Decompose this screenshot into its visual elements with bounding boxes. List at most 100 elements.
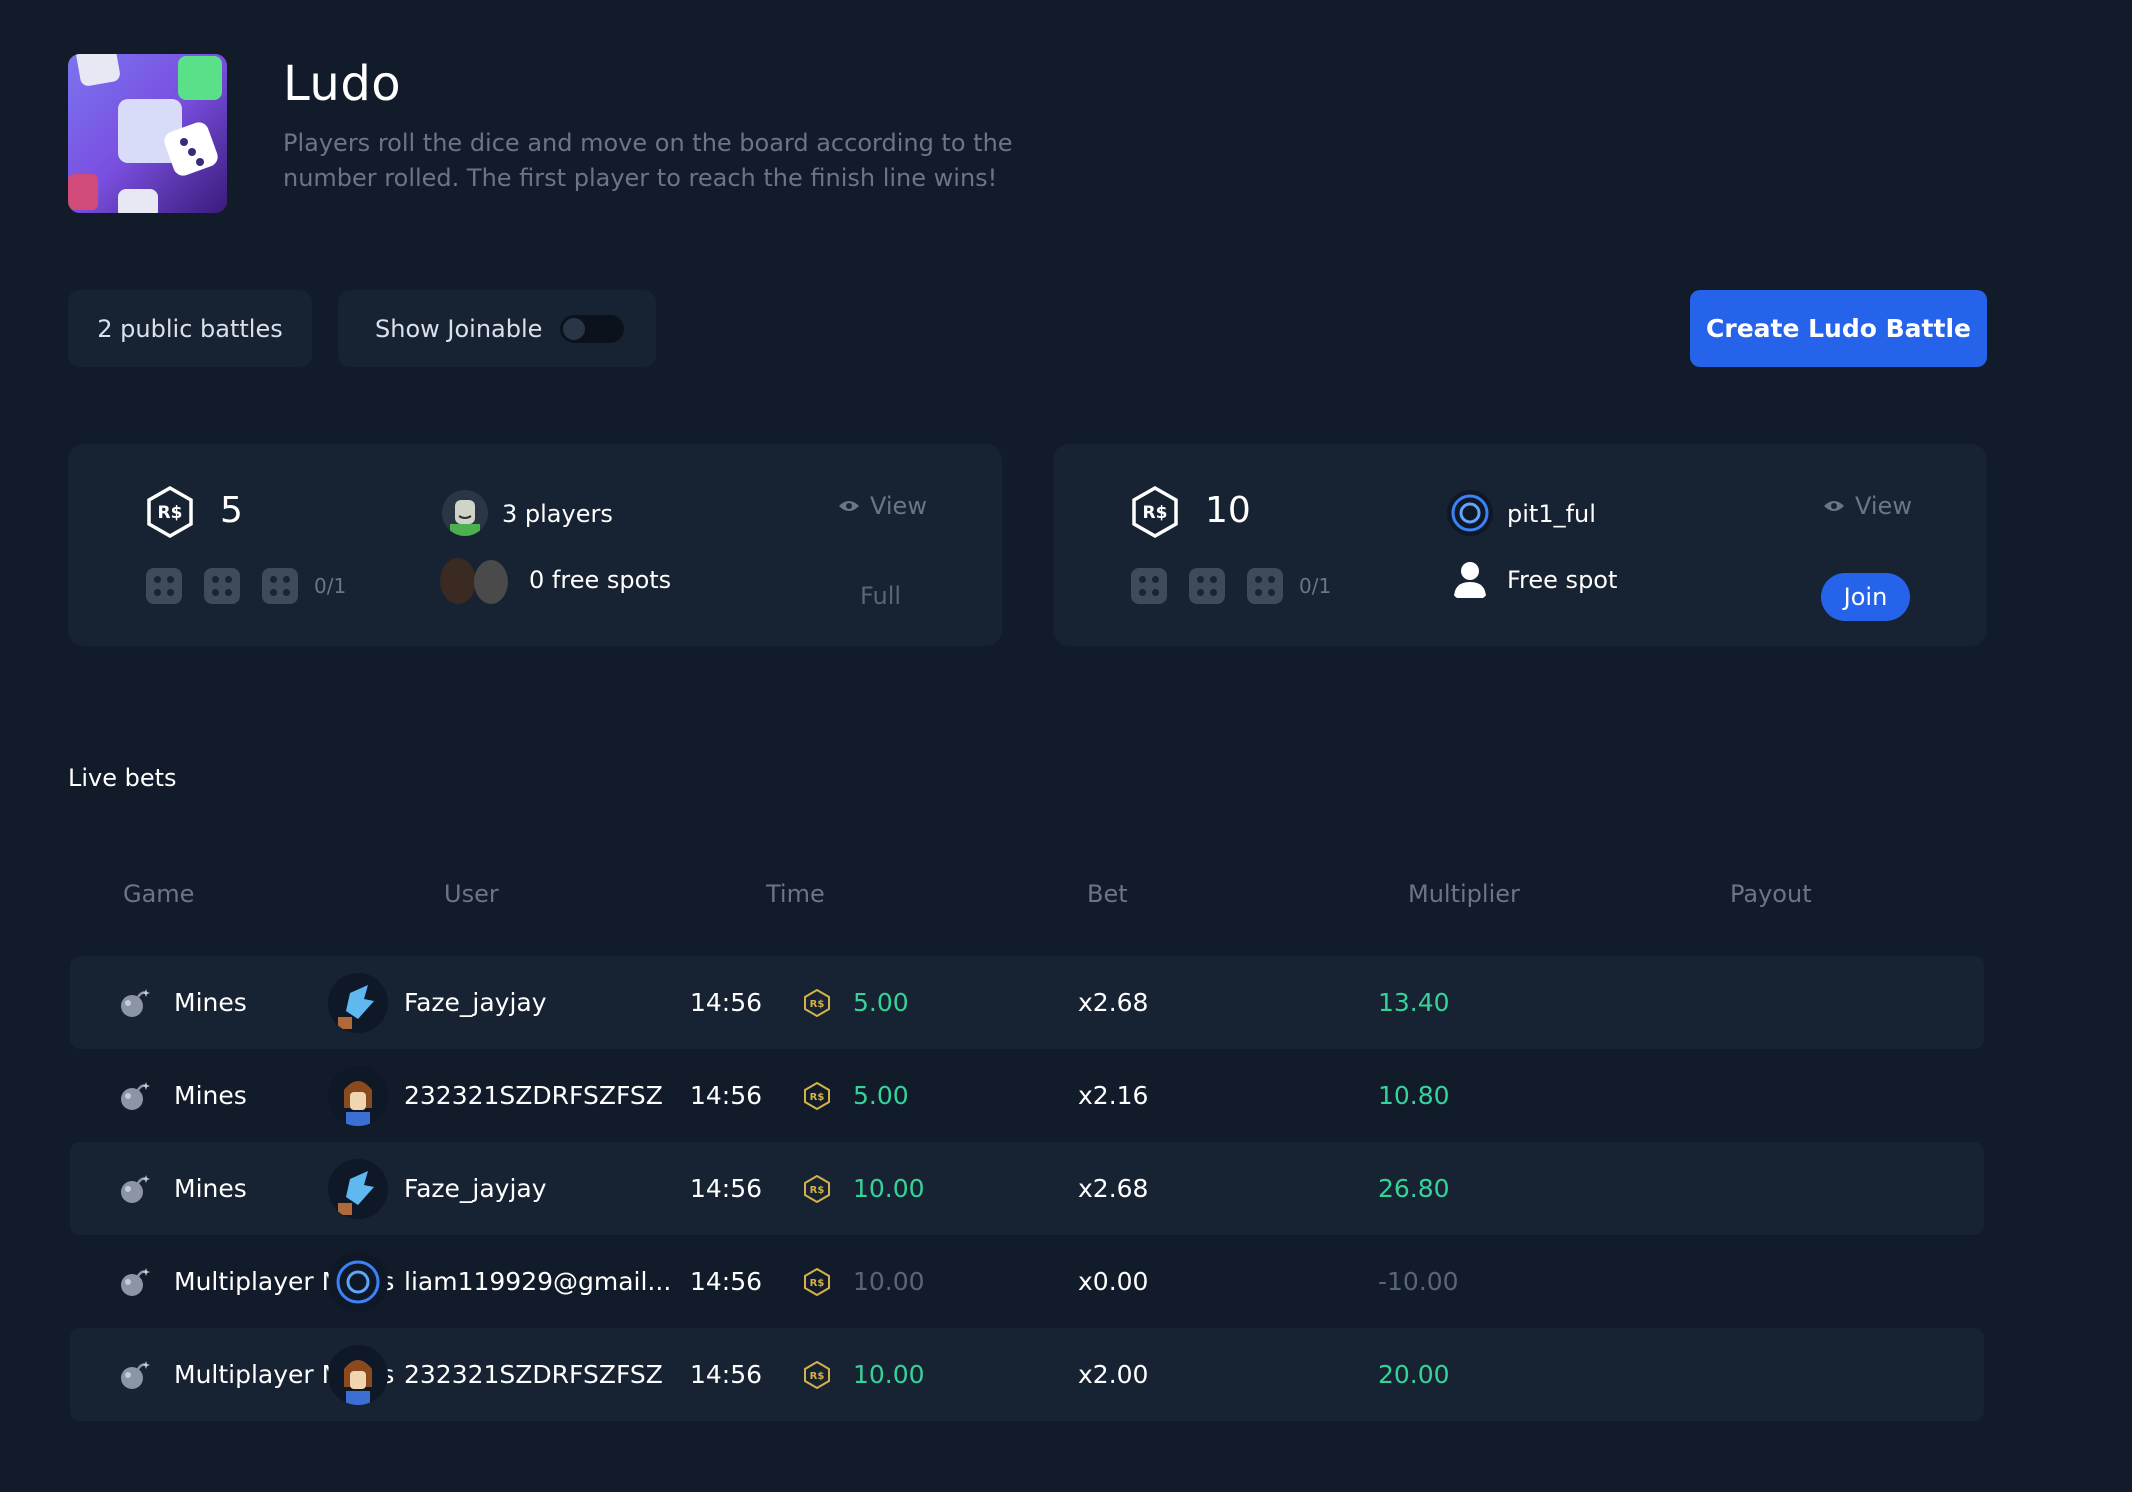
public-battles-count: 2 public battles <box>68 290 312 367</box>
dice-icon <box>1247 568 1283 604</box>
join-button[interactable]: Join <box>1821 573 1910 621</box>
robux-coin-icon: R$ <box>804 1267 830 1296</box>
bet-cell: R$ 10.00 <box>803 1328 925 1421</box>
robux-coin-icon: R$ <box>804 1360 830 1389</box>
payout-cell: -10.00 <box>1378 1267 1459 1296</box>
robux-coin-icon: R$ <box>804 1174 830 1203</box>
game-cell: Mines <box>118 956 247 1049</box>
bet-amount: 10.00 <box>853 1174 925 1203</box>
user-name: liam119929@gmail... <box>404 1267 672 1296</box>
free-spots-count: 0 free spots <box>529 566 672 594</box>
robux-coin-icon: R$ <box>804 1081 830 1110</box>
game-cell: Mines <box>118 1142 247 1235</box>
show-joinable-toggle[interactable] <box>560 314 625 343</box>
multiplier-cell: x0.00 <box>1078 1267 1149 1296</box>
table-row: Multiplayer Mines 232321SZDRFSZFSZ 14:56 R$… <box>70 1328 1984 1421</box>
payout-cell: 20.00 <box>1378 1360 1450 1389</box>
view-link[interactable]: View <box>1823 492 1912 520</box>
svg-text:R$: R$ <box>158 503 183 523</box>
game-cell: Mines <box>118 1049 247 1142</box>
page: Ludo Players roll the dice and move on t… <box>0 0 2132 1492</box>
svg-text:R$: R$ <box>1143 503 1168 523</box>
column-header-bet: Bet <box>1087 880 1128 908</box>
dice-row: 0/1 <box>146 568 346 604</box>
eye-icon <box>839 501 859 511</box>
table-row: Mines Faze_jayjay 14:56 R$ 5.00 x2.68 13.40 <box>70 956 1984 1049</box>
avatar <box>328 1251 388 1312</box>
toggle-knob <box>563 317 586 340</box>
create-battle-button[interactable]: Create Ludo Battle <box>1690 290 1987 367</box>
view-label: View <box>870 492 927 520</box>
time-cell: 14:56 <box>690 1081 763 1110</box>
game-name: Mines <box>174 1081 247 1110</box>
user-name: Faze_jayjay <box>404 988 547 1017</box>
show-joinable-label: Show Joinable <box>375 314 543 343</box>
bet-cell: R$ 10.00 <box>803 1235 925 1328</box>
player-name: pit1_ful <box>1507 500 1596 528</box>
time-cell: 14:56 <box>690 1174 763 1203</box>
bet-amount: 10.00 <box>853 1267 925 1296</box>
column-header-user: User <box>444 880 499 908</box>
column-header-payout: Payout <box>1730 880 1812 908</box>
robux-badge-icon: R$ <box>147 486 193 538</box>
public-battles-label: 2 public battles <box>97 314 283 343</box>
show-joinable-filter[interactable]: Show Joinable <box>338 290 656 367</box>
avatar <box>440 558 476 604</box>
user-name: 232321SZDRFSZFSZ <box>404 1081 663 1110</box>
game-thumbnail <box>68 54 227 213</box>
multiplier-cell: x2.68 <box>1078 988 1149 1017</box>
bet-cell: R$ 5.00 <box>803 956 909 1049</box>
user-name: Faze_jayjay <box>404 1174 547 1203</box>
bomb-icon <box>121 988 150 1017</box>
game-name: Mines <box>174 1174 247 1203</box>
svg-text:R$: R$ <box>810 1092 825 1103</box>
svg-text:R$: R$ <box>810 1278 825 1289</box>
multiplier-cell: x2.68 <box>1078 1174 1149 1203</box>
avatar <box>1447 490 1493 536</box>
robux-coin-icon: R$ <box>804 988 830 1017</box>
time-cell: 14:56 <box>690 988 763 1017</box>
avatar <box>328 1344 388 1405</box>
time-cell: 14:56 <box>690 1360 763 1389</box>
multiplier-cell: x2.00 <box>1078 1360 1149 1389</box>
user-cell[interactable]: 232321SZDRFSZFSZ <box>328 1328 663 1421</box>
full-status: Full <box>860 582 902 610</box>
table-row: Mines Faze_jayjay 14:56 R$ 10.00 x2.68 26.80 <box>70 1142 1984 1235</box>
time-cell: 14:56 <box>690 1267 763 1296</box>
bet-cell: R$ 10.00 <box>803 1142 925 1235</box>
dice-icon <box>146 568 182 604</box>
bet-cell: R$ 5.00 <box>803 1049 909 1142</box>
bomb-icon <box>121 1174 150 1203</box>
multiplier-cell: x2.16 <box>1078 1081 1149 1110</box>
battle-card: R$ 5 0/1 3 players 0 free spots View Ful… <box>68 444 1002 646</box>
robux-badge-icon: R$ <box>1132 486 1178 538</box>
user-placeholder-icon <box>1447 556 1493 602</box>
round-fraction: 0/1 <box>314 574 347 598</box>
avatar <box>474 560 508 604</box>
avatar <box>328 1158 388 1219</box>
bomb-icon <box>121 1081 150 1110</box>
user-cell[interactable]: 232321SZDRFSZFSZ <box>328 1049 663 1142</box>
user-cell[interactable]: Faze_jayjay <box>328 1142 547 1235</box>
user-cell[interactable]: liam119929@gmail... <box>328 1235 671 1328</box>
bomb-icon <box>121 1267 150 1296</box>
players-count: 3 players <box>502 500 613 528</box>
avatar <box>328 1065 388 1126</box>
game-description: Players roll the dice and move on the bo… <box>283 129 1013 192</box>
battle-amount: 5 <box>220 490 243 531</box>
view-link[interactable]: View <box>838 492 927 520</box>
view-label: View <box>1855 492 1912 520</box>
page-title: Ludo <box>283 56 402 112</box>
bet-amount: 5.00 <box>853 988 909 1017</box>
svg-text:R$: R$ <box>810 1371 825 1382</box>
dice-icon <box>204 568 240 604</box>
table-row: Mines 232321SZDRFSZFSZ 14:56 R$ 5.00 x2.16 10.… <box>70 1049 1984 1142</box>
bet-amount: 5.00 <box>853 1081 909 1110</box>
bet-amount: 10.00 <box>853 1360 925 1389</box>
column-header-time: Time <box>766 880 825 908</box>
avatar <box>442 490 488 536</box>
user-cell[interactable]: Faze_jayjay <box>328 956 547 1049</box>
dice-icon <box>1131 568 1167 604</box>
payout-cell: 26.80 <box>1378 1174 1450 1203</box>
payout-cell: 10.80 <box>1378 1081 1450 1110</box>
